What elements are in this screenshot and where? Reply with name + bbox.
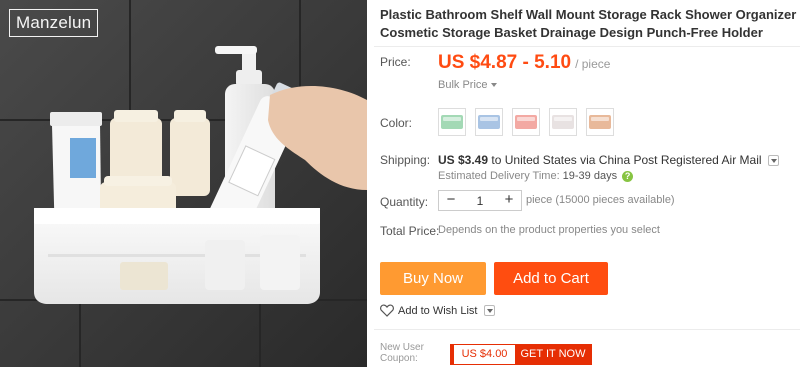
color-option-blue[interactable] xyxy=(475,108,503,136)
shipping-label: Shipping: xyxy=(380,153,431,167)
price-range: US $4.87 - 5.10 xyxy=(438,52,572,73)
new-user-coupon: US $4.00 GET IT NOW xyxy=(450,344,592,365)
white-shelf-icon xyxy=(552,115,574,129)
shipping-method: to United States via China Post Register… xyxy=(491,153,762,167)
delivery-days: 19-39 days xyxy=(562,170,618,182)
color-swatches xyxy=(438,108,614,136)
product-photo-illustration xyxy=(0,0,367,367)
wish-list-label: Add to Wish List xyxy=(398,304,478,317)
product-title: Plastic Bathroom Shelf Wall Mount Storag… xyxy=(380,7,797,40)
quantity-input[interactable]: 1 xyxy=(463,194,497,208)
green-shelf-icon xyxy=(441,115,463,129)
shipping-method-dropdown-icon[interactable] xyxy=(767,155,779,167)
tan-shelf-icon xyxy=(589,115,611,129)
bulk-price-label: Bulk Price xyxy=(438,79,488,91)
help-icon[interactable]: ? xyxy=(622,170,634,182)
color-option-tan[interactable] xyxy=(586,108,614,136)
get-coupon-button[interactable]: GET IT NOW xyxy=(515,345,591,364)
price-unit: / piece xyxy=(575,57,611,71)
total-price-note: Depends on the product properties you se… xyxy=(438,224,660,236)
delivery-label: Estimated Delivery Time: xyxy=(438,170,560,182)
blue-shelf-icon xyxy=(478,115,500,129)
brand-badge: Manzelun xyxy=(9,9,99,37)
quantity-increase-button[interactable]: + xyxy=(497,191,521,210)
price-label: Price: xyxy=(380,55,411,69)
color-label: Color: xyxy=(380,116,413,130)
shipping-info: US $3.49 to United States via China Post… xyxy=(438,153,779,167)
coupon-label: New User Coupon: xyxy=(380,342,424,364)
price-block: US $4.87 - 5.10/ piece xyxy=(438,52,610,74)
color-option-pink[interactable] xyxy=(512,108,540,136)
color-option-white[interactable] xyxy=(549,108,577,136)
add-to-cart-button[interactable]: Add to Cart xyxy=(494,262,608,295)
product-image[interactable]: Manzelun xyxy=(0,0,367,367)
pink-shelf-icon xyxy=(515,115,537,129)
coupon-value: US $4.00 xyxy=(451,345,515,364)
quantity-stepper: − 1 + xyxy=(438,190,522,211)
bulk-price-toggle[interactable]: Bulk Price xyxy=(438,79,497,91)
quantity-availability: piece (15000 pieces available) xyxy=(526,194,675,206)
add-to-wish-list[interactable]: Add to Wish List xyxy=(380,304,496,317)
quantity-decrease-button[interactable]: − xyxy=(439,191,463,210)
quantity-label: Quantity: xyxy=(380,195,429,209)
divider xyxy=(374,329,800,330)
delivery-time: Estimated Delivery Time: 19-39 days ? xyxy=(438,170,634,182)
divider xyxy=(374,46,800,47)
total-price-label: Total Price: xyxy=(380,224,440,238)
chevron-down-icon xyxy=(490,83,497,88)
product-detail-panel: Plastic Bathroom Shelf Wall Mount Storag… xyxy=(374,0,800,367)
wish-list-dropdown-icon[interactable] xyxy=(484,305,496,316)
shipping-cost: US $3.49 xyxy=(438,153,489,167)
color-option-green[interactable] xyxy=(438,108,466,136)
buy-now-button[interactable]: Buy Now xyxy=(380,262,486,295)
heart-icon xyxy=(380,304,394,317)
